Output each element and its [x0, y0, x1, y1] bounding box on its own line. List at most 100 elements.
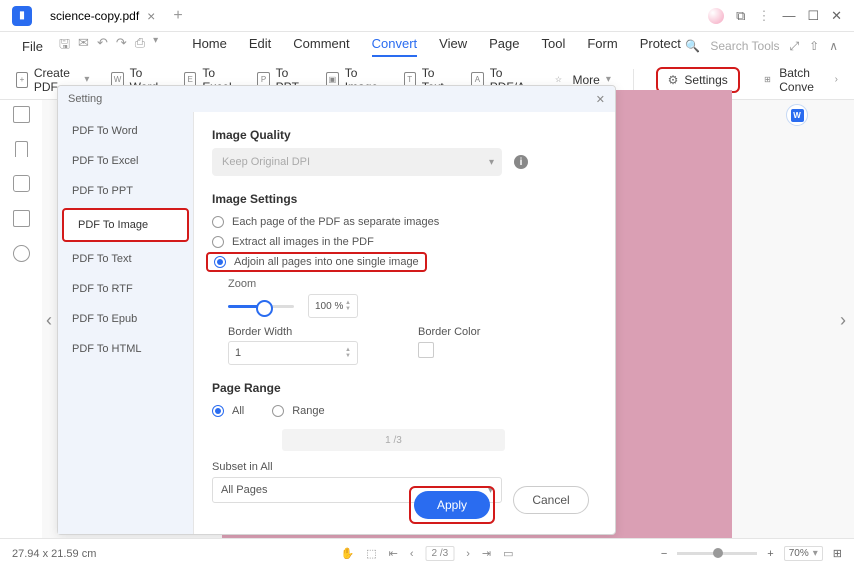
menu-home[interactable]: Home [192, 36, 227, 57]
file-menu[interactable]: File [16, 37, 49, 56]
menu-view[interactable]: View [439, 36, 467, 57]
settings-button[interactable]: ⚙ Settings [656, 67, 740, 93]
new-tab-button[interactable]: + [165, 7, 190, 25]
side-pdf-to-word[interactable]: PDF To Word [58, 116, 193, 146]
zoom-slider[interactable] [228, 305, 294, 308]
hand-tool-icon[interactable]: ✋ [341, 547, 355, 560]
cancel-label: Cancel [532, 493, 569, 507]
menu-form[interactable]: Form [587, 36, 617, 57]
zoom-dropdown[interactable]: 70% ▾ [784, 546, 823, 561]
fit-width-icon[interactable]: ⊞ [833, 547, 842, 560]
share-icon[interactable]: ⧉ [736, 8, 745, 24]
mail-icon[interactable]: ✉ [78, 35, 89, 57]
thumbnails-icon[interactable] [13, 106, 30, 123]
option-adjoin-single[interactable]: Adjoin all pages into one single image [206, 252, 427, 272]
menu-comment[interactable]: Comment [293, 36, 349, 57]
maximize-icon[interactable]: ☐ [807, 8, 819, 24]
close-window-icon[interactable]: ✕ [831, 8, 842, 24]
zoom-out-icon[interactable]: − [661, 548, 667, 560]
border-color-swatch[interactable] [418, 342, 434, 358]
next-page-arrow[interactable]: › [840, 310, 846, 331]
radio-icon [272, 405, 284, 417]
zoom-label: Zoom [228, 278, 597, 290]
option-extract-images[interactable]: Extract all images in the PDF [212, 232, 597, 252]
settings-modal: Setting ✕ PDF To Word PDF To Excel PDF T… [57, 85, 616, 535]
side-pdf-to-html[interactable]: PDF To HTML [58, 334, 193, 364]
zoom-input[interactable]: 100 % ▲▼ [308, 294, 358, 318]
side-pdf-to-excel[interactable]: PDF To Excel [58, 146, 193, 176]
menu-convert[interactable]: Convert [372, 36, 418, 57]
apply-button[interactable]: Apply [414, 491, 490, 519]
prev-page-arrow[interactable]: ‹ [46, 310, 52, 331]
save-icon[interactable]: 🖫 [59, 35, 70, 57]
side-pdf-to-rtf[interactable]: PDF To RTF [58, 274, 193, 304]
zoom-in-icon[interactable]: + [767, 548, 773, 560]
prev-page-icon[interactable]: ‹ [410, 548, 414, 560]
modal-title: Setting [68, 93, 102, 105]
search-placeholder[interactable]: Search Tools [710, 39, 779, 53]
menu-protect[interactable]: Protect [640, 36, 681, 57]
option-separate-images[interactable]: Each page of the PDF as separate images [212, 212, 597, 232]
undo-icon[interactable]: ↶ [97, 35, 108, 57]
image-quality-heading: Image Quality [212, 128, 597, 142]
spin-down-icon[interactable]: ▼ [345, 353, 351, 359]
document-tab[interactable]: science-copy.pdf × [40, 2, 165, 30]
app-icon: ▮ [12, 6, 32, 26]
range-range-label: Range [292, 405, 324, 417]
dpi-dropdown[interactable]: Keep Original DPI ▾ [212, 148, 502, 176]
word-export-badge[interactable]: W [786, 104, 808, 126]
print-icon[interactable]: ⎙ [135, 35, 145, 57]
border-width-label: Border Width [228, 326, 358, 338]
chevron-down-icon: ▾ [606, 74, 611, 85]
comment-icon[interactable] [13, 175, 30, 192]
cancel-button[interactable]: Cancel [513, 486, 589, 514]
border-color-label: Border Color [418, 326, 480, 338]
border-width-input[interactable]: 1 ▲▼ [228, 341, 358, 365]
radio-selected-icon [214, 256, 226, 268]
side-pdf-to-image[interactable]: PDF To Image [62, 208, 189, 242]
image-settings-heading: Image Settings [212, 192, 597, 206]
plus-icon: + [16, 72, 28, 88]
main-menu: Home Edit Comment Convert View Page Tool… [192, 36, 681, 57]
search-icon[interactable] [13, 245, 30, 262]
info-icon[interactable]: i [514, 155, 528, 169]
menu-tool[interactable]: Tool [542, 36, 566, 57]
left-rail [0, 100, 42, 262]
fit-page-icon[interactable]: ▭ [503, 547, 513, 560]
zoom-controls: − + 70% ▾ ⊞ [661, 546, 842, 561]
opt2-label: Extract all images in the PDF [232, 236, 374, 248]
zoom-slider[interactable] [677, 552, 757, 555]
zoom-value: 100 % [315, 301, 343, 312]
range-all-option[interactable]: All [212, 401, 244, 421]
minimize-icon[interactable]: — [782, 8, 795, 23]
spin-down-icon[interactable]: ▼ [345, 306, 351, 312]
last-page-icon[interactable]: ⇥ [482, 547, 491, 560]
expand-icon[interactable]: ⤢ [790, 39, 800, 54]
close-modal-icon[interactable]: ✕ [596, 93, 605, 106]
first-page-icon[interactable]: ⇤ [389, 547, 398, 560]
upload-icon[interactable]: ⇧ [809, 39, 819, 54]
next-page-icon[interactable]: › [466, 548, 470, 560]
search-icon[interactable]: 🔍 [685, 39, 700, 53]
collapse-icon[interactable]: ∧ [829, 39, 838, 54]
side-pdf-to-text[interactable]: PDF To Text [58, 244, 193, 274]
batch-convert-button[interactable]: ⊞ Batch Conve › [762, 66, 838, 94]
range-range-option[interactable]: Range [272, 401, 324, 421]
zoom-value: 70% [789, 548, 809, 559]
search-area: 🔍 Search Tools ⤢ ⇧ ∧ [685, 39, 838, 54]
select-tool-icon[interactable]: ⬚ [366, 547, 376, 560]
page-range-input[interactable]: 1 /3 [282, 429, 505, 451]
bookmark-icon[interactable] [15, 141, 28, 157]
side-pdf-to-ppt[interactable]: PDF To PPT [58, 176, 193, 206]
menu-page[interactable]: Page [489, 36, 519, 57]
attachment-icon[interactable] [13, 210, 30, 227]
dpi-placeholder: Keep Original DPI [222, 156, 310, 168]
chevron-down-icon[interactable]: ▾ [153, 35, 158, 57]
page-indicator[interactable]: 2 /3 [426, 546, 455, 561]
apply-label: Apply [437, 498, 467, 512]
redo-icon[interactable]: ↷ [116, 35, 127, 57]
side-pdf-to-epub[interactable]: PDF To Epub [58, 304, 193, 334]
kebab-icon[interactable]: ⋮ [757, 8, 770, 24]
menu-edit[interactable]: Edit [249, 36, 271, 57]
close-tab-icon[interactable]: × [147, 8, 155, 24]
